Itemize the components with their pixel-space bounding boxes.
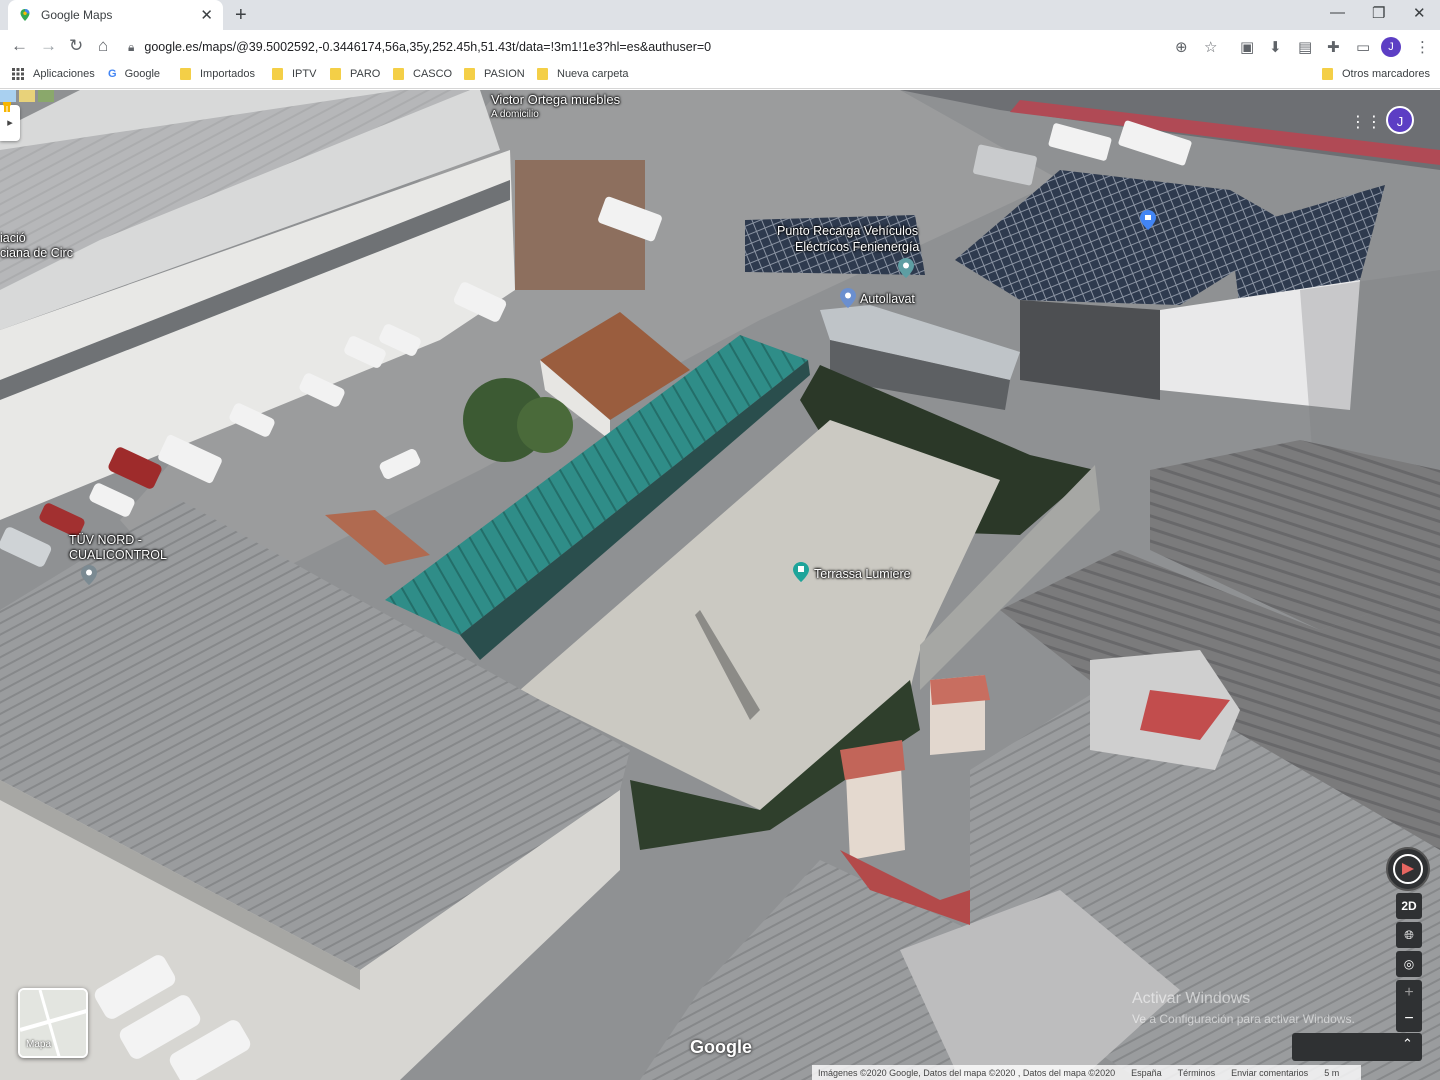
bookmark-folder-label: IPTV bbox=[292, 68, 317, 80]
watermark-title: Activar Windows bbox=[1132, 990, 1251, 1007]
zoom-control: + − bbox=[1396, 980, 1422, 1032]
folder-icon bbox=[180, 68, 191, 80]
zoom-out-button[interactable]: − bbox=[1396, 1006, 1422, 1032]
tab-title: Google Maps bbox=[41, 8, 113, 22]
google-maps-favicon-icon bbox=[20, 9, 30, 21]
bookmark-star-icon[interactable]: ☆ bbox=[1204, 38, 1217, 56]
bookmark-folder-label: PARO bbox=[350, 68, 381, 80]
expand-chevron-icon[interactable]: ⌃ bbox=[1402, 1036, 1413, 1052]
bookmark-folder-label: Otros marcadores bbox=[1342, 68, 1431, 80]
google-g-icon: G bbox=[108, 68, 117, 80]
new-tab-button[interactable]: + bbox=[235, 4, 247, 27]
bar-pin-icon[interactable] bbox=[793, 562, 809, 582]
map-type-toggle[interactable]: Mapa bbox=[18, 988, 88, 1058]
compass-needle-icon bbox=[1393, 854, 1423, 884]
satellite-3d-imagery[interactable] bbox=[0, 90, 1440, 1080]
folder-icon bbox=[537, 68, 548, 80]
place-label-partial-2[interactable]: ciana de Circ bbox=[0, 246, 73, 260]
back-icon[interactable]: ← bbox=[11, 36, 28, 56]
account-avatar[interactable]: J bbox=[1386, 106, 1414, 134]
scale-bar[interactable]: 5 m bbox=[1324, 1068, 1339, 1078]
bookmark-apps-label: Aplicaciones bbox=[33, 68, 95, 80]
place-sublabel-victor-ortega: A domicilio bbox=[491, 109, 539, 120]
profile-avatar[interactable]: J bbox=[1381, 37, 1401, 57]
send-feedback-link[interactable]: Enviar comentarios bbox=[1231, 1068, 1308, 1078]
address-bar[interactable]: 🔒︎ google.es/maps/@39.5002592,-0.3446174… bbox=[128, 34, 1228, 60]
zoom-in-button[interactable]: + bbox=[1396, 980, 1422, 1006]
restore-icon[interactable]: ❐ bbox=[1372, 4, 1385, 22]
folder-icon bbox=[272, 68, 283, 80]
lock-icon[interactable]: 🔒︎ bbox=[128, 40, 134, 55]
my-location-icon[interactable]: ◎ bbox=[1396, 951, 1422, 977]
bookmark-apps[interactable]: Aplicaciones bbox=[12, 68, 95, 80]
extensions-puzzle-icon[interactable]: ✚ bbox=[1327, 38, 1340, 56]
map-attribution-bar: Imágenes ©2020 Google, Datos del mapa ©2… bbox=[812, 1065, 1362, 1080]
windows-activation-watermark: Activar Windows Ve a Configuración para … bbox=[1132, 990, 1355, 1026]
bookmark-folder-importados[interactable]: Importados bbox=[180, 68, 255, 80]
bookmark-folder-nueva-carpeta[interactable]: Nueva carpeta bbox=[537, 68, 629, 80]
apps-grid-icon bbox=[12, 68, 24, 80]
folder-icon bbox=[393, 68, 404, 80]
google-logo: Google bbox=[690, 1037, 752, 1057]
globe-view-icon[interactable]: 🌐︎ bbox=[1396, 922, 1422, 948]
compass-rotate-control[interactable] bbox=[1386, 847, 1430, 891]
location-indicator-icon[interactable]: ⊕ bbox=[1175, 38, 1188, 56]
place-label-victor-ortega[interactable]: Victor Ortega muebles bbox=[491, 93, 620, 107]
bookmark-folder-label: Importados bbox=[200, 68, 256, 80]
window-close-icon[interactable]: ✕ bbox=[1413, 4, 1426, 22]
imagery-thumbnails-icon[interactable] bbox=[0, 90, 54, 102]
bookmark-folder-paro[interactable]: PARO bbox=[330, 68, 380, 80]
place-label-autollavat[interactable]: Autollavat bbox=[860, 292, 915, 306]
place-label-tuv-nord-2[interactable]: CUALICONTROL bbox=[69, 548, 167, 562]
bookmark-google-label: Google bbox=[124, 68, 161, 80]
bookmark-folder-label: CASCO bbox=[413, 68, 453, 80]
place-label-punto-recarga-1[interactable]: Punto Recarga Vehículos bbox=[777, 224, 918, 238]
download-icon[interactable]: ⬇ bbox=[1269, 38, 1282, 56]
bookmark-folder-iptv[interactable]: IPTV bbox=[272, 68, 316, 80]
terms-link[interactable]: Términos bbox=[1178, 1068, 1216, 1078]
bookmark-folder-label: Nueva carpeta bbox=[557, 68, 629, 80]
minimize-icon[interactable]: — bbox=[1330, 4, 1345, 21]
forward-icon[interactable]: → bbox=[40, 36, 57, 56]
cast-icon[interactable]: ▭ bbox=[1356, 38, 1370, 56]
bookmark-folder-otros[interactable]: Otros marcadores bbox=[1322, 68, 1430, 80]
ev-charging-pin-icon[interactable] bbox=[898, 258, 914, 278]
imagery-credits: Imágenes ©2020 Google, Datos del mapa ©2… bbox=[818, 1067, 1116, 1078]
extension-icon[interactable]: ▣ bbox=[1240, 38, 1254, 56]
url-text[interactable]: google.es/maps/@39.5002592,-0.3446174,56… bbox=[144, 40, 711, 54]
tab-google-maps[interactable]: Google Maps ✕ bbox=[8, 0, 223, 30]
business-pin-icon[interactable] bbox=[81, 565, 97, 585]
home-icon[interactable]: ⌂ bbox=[98, 36, 108, 56]
bookmark-google[interactable]: G Google bbox=[108, 68, 160, 80]
browser-toolbar: ← → ↻ ⌂ 🔒︎ google.es/maps/@39.5002592,-0… bbox=[0, 30, 1440, 63]
folder-icon bbox=[330, 68, 341, 80]
bookmark-folder-casco[interactable]: CASCO bbox=[393, 68, 452, 80]
car-wash-pin-icon[interactable] bbox=[840, 288, 856, 308]
bookmark-folder-pasion[interactable]: PASION bbox=[464, 68, 525, 80]
map-canvas[interactable]: Victor Ortega muebles A domicilio iació … bbox=[0, 90, 1440, 1080]
shopping-pin-icon[interactable] bbox=[1140, 210, 1156, 230]
map-type-label: Mapa bbox=[26, 1039, 52, 1050]
folder-icon bbox=[464, 68, 475, 80]
folder-icon bbox=[1322, 68, 1333, 80]
bookmark-folder-label: PASION bbox=[484, 68, 525, 80]
pdf-extension-icon[interactable]: ▤ bbox=[1298, 38, 1312, 56]
place-label-partial-1[interactable]: iació bbox=[0, 231, 26, 245]
place-label-tuv-nord-1[interactable]: TÜV NORD - bbox=[69, 533, 142, 547]
country-link[interactable]: España bbox=[1131, 1068, 1162, 1078]
place-label-terrassa-lumiere[interactable]: Terrassa Lumiere bbox=[814, 567, 911, 581]
bookmarks-bar: Aplicaciones G Google Importados IPTV PA… bbox=[0, 63, 1440, 89]
tab-close-icon[interactable]: ✕ bbox=[200, 6, 213, 24]
reload-icon[interactable]: ↻ bbox=[69, 36, 83, 56]
tilt-2d-button[interactable]: 2D bbox=[1396, 893, 1422, 919]
place-label-punto-recarga-2[interactable]: Eléctricos Fenienergía bbox=[795, 240, 919, 254]
watermark-subtitle: Ve a Configuración para activar Windows. bbox=[1132, 1012, 1355, 1026]
menu-dots-icon[interactable]: ⋮ bbox=[1415, 38, 1430, 56]
tab-bar: Google Maps ✕ + — ❐ ✕ bbox=[0, 0, 1440, 30]
